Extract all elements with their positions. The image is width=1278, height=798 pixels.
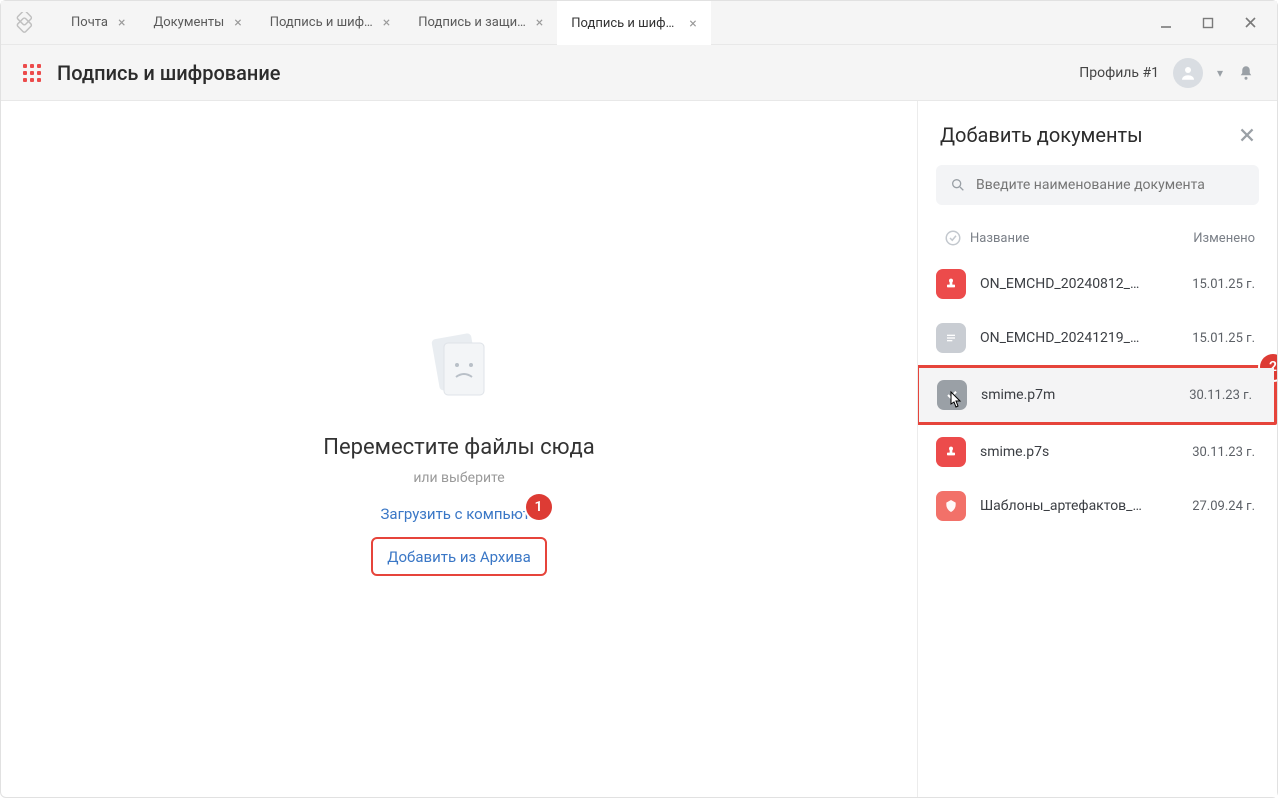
profile-avatar[interactable] (1173, 58, 1203, 88)
window-maximize-button[interactable] (1199, 14, 1217, 32)
document-name: Шаблоны_артефактов_… (980, 498, 1171, 514)
archive-link-wrap: Добавить из Архива (371, 537, 547, 576)
document-date: 27.09.24 г. (1171, 499, 1255, 514)
document-row[interactable]: smime.p7s 30.11.23 г. (918, 425, 1277, 479)
tab-sign-2[interactable]: Подпись и защи… × (404, 1, 557, 45)
add-from-archive-link[interactable]: Добавить из Архива (387, 548, 531, 566)
archive-link-highlight: Добавить из Архива (371, 537, 547, 576)
close-icon[interactable]: × (118, 15, 125, 31)
window-close-button[interactable] (1241, 14, 1259, 32)
document-name: ON_EMCHD_20240812_… (980, 276, 1171, 292)
tab-sign-active[interactable]: Подпись и шифр… × (557, 1, 710, 45)
sidepanel-header: Добавить документы (918, 101, 1277, 165)
toolbar: Подпись и шифрование Профиль #1 ▾ (1, 45, 1277, 101)
document-row[interactable]: ON_EMCHD_20241219_… 15.01.25 г. (918, 311, 1277, 365)
close-icon[interactable]: × (383, 15, 390, 31)
profile-label: Профиль #1 (1079, 65, 1159, 81)
tab-label: Документы (153, 15, 224, 30)
doc-lines-icon (936, 323, 966, 353)
toolbar-right: Профиль #1 ▾ (1079, 58, 1255, 88)
window-minimize-button[interactable] (1157, 14, 1175, 32)
check-circle-icon[interactable] (937, 380, 967, 410)
tab-label: Подпись и шиф… (270, 15, 373, 30)
document-row-selected[interactable]: smime.p7m 30.11.23 г. (919, 368, 1274, 422)
tab-label: Подпись и защи… (418, 15, 526, 30)
document-row[interactable]: Шаблоны_артефактов_… 27.09.24 г. (918, 479, 1277, 533)
dropzone-title: Переместите файлы сюда (323, 435, 594, 460)
app-logo-icon (11, 9, 39, 37)
tab-strip: Почта × Документы × Подпись и шиф… × Под… (57, 1, 1139, 45)
callout-badge-1: 1 (526, 494, 552, 520)
document-date: 15.01.25 г. (1171, 331, 1255, 346)
tab-documents[interactable]: Документы × (139, 1, 255, 45)
selected-row-highlight: 2 smime.p7m 30.11.23 г. (918, 365, 1277, 425)
upload-from-computer-link[interactable]: Загрузить с компьюте (381, 505, 538, 523)
stamp-icon (936, 437, 966, 467)
tab-mail[interactable]: Почта × (57, 1, 139, 45)
document-date: 15.01.25 г. (1171, 277, 1255, 292)
document-name: smime.p7m (981, 387, 1168, 403)
document-search[interactable] (936, 165, 1259, 205)
empty-file-icon (414, 323, 504, 413)
check-all-icon[interactable] (936, 229, 970, 247)
dropzone-or-text: или выберите (413, 470, 504, 486)
tab-label: Подпись и шифр… (571, 16, 679, 31)
column-name-header[interactable]: Название (970, 231, 1171, 246)
titlebar: Почта × Документы × Подпись и шиф… × Под… (1, 1, 1277, 45)
chevron-down-icon[interactable]: ▾ (1217, 66, 1223, 80)
dropzone-area: Переместите файлы сюда или выберите Загр… (1, 101, 917, 797)
document-date: 30.11.23 г. (1171, 445, 1255, 460)
notifications-bell-icon[interactable] (1237, 64, 1255, 82)
page-title: Подпись и шифрование (57, 61, 280, 85)
close-icon[interactable]: × (536, 15, 543, 31)
stamp-icon (936, 269, 966, 299)
document-name: ON_EMCHD_20241219_… (980, 330, 1171, 346)
tab-label: Почта (71, 15, 108, 30)
column-date-header[interactable]: Изменено (1171, 231, 1255, 246)
document-row[interactable]: ON_EMCHD_20240812_… 15.01.25 г. (918, 257, 1277, 311)
close-sidepanel-icon[interactable] (1239, 127, 1255, 143)
sidepanel-title: Добавить документы (940, 123, 1239, 147)
document-date: 30.11.23 г. (1168, 388, 1252, 403)
search-icon (950, 177, 966, 193)
window-controls (1139, 14, 1277, 32)
tab-sign-1[interactable]: Подпись и шиф… × (256, 1, 405, 45)
close-icon[interactable]: × (234, 15, 241, 31)
dropzone[interactable]: Переместите файлы сюда или выберите Загр… (323, 323, 594, 576)
apps-grid-icon[interactable] (23, 64, 41, 82)
pdf-icon (936, 491, 966, 521)
close-icon[interactable]: × (689, 16, 696, 32)
document-list-header: Название Изменено (918, 219, 1277, 257)
document-list: ON_EMCHD_20240812_… 15.01.25 г. ON_EMCHD… (918, 257, 1277, 797)
document-search-input[interactable] (976, 177, 1245, 193)
add-documents-panel: Добавить документы Название Изменено (917, 101, 1277, 797)
main-body: Переместите файлы сюда или выберите Загр… (1, 101, 1277, 797)
app-window: Почта × Документы × Подпись и шиф… × Под… (0, 0, 1278, 798)
document-name: smime.p7s (980, 444, 1171, 460)
